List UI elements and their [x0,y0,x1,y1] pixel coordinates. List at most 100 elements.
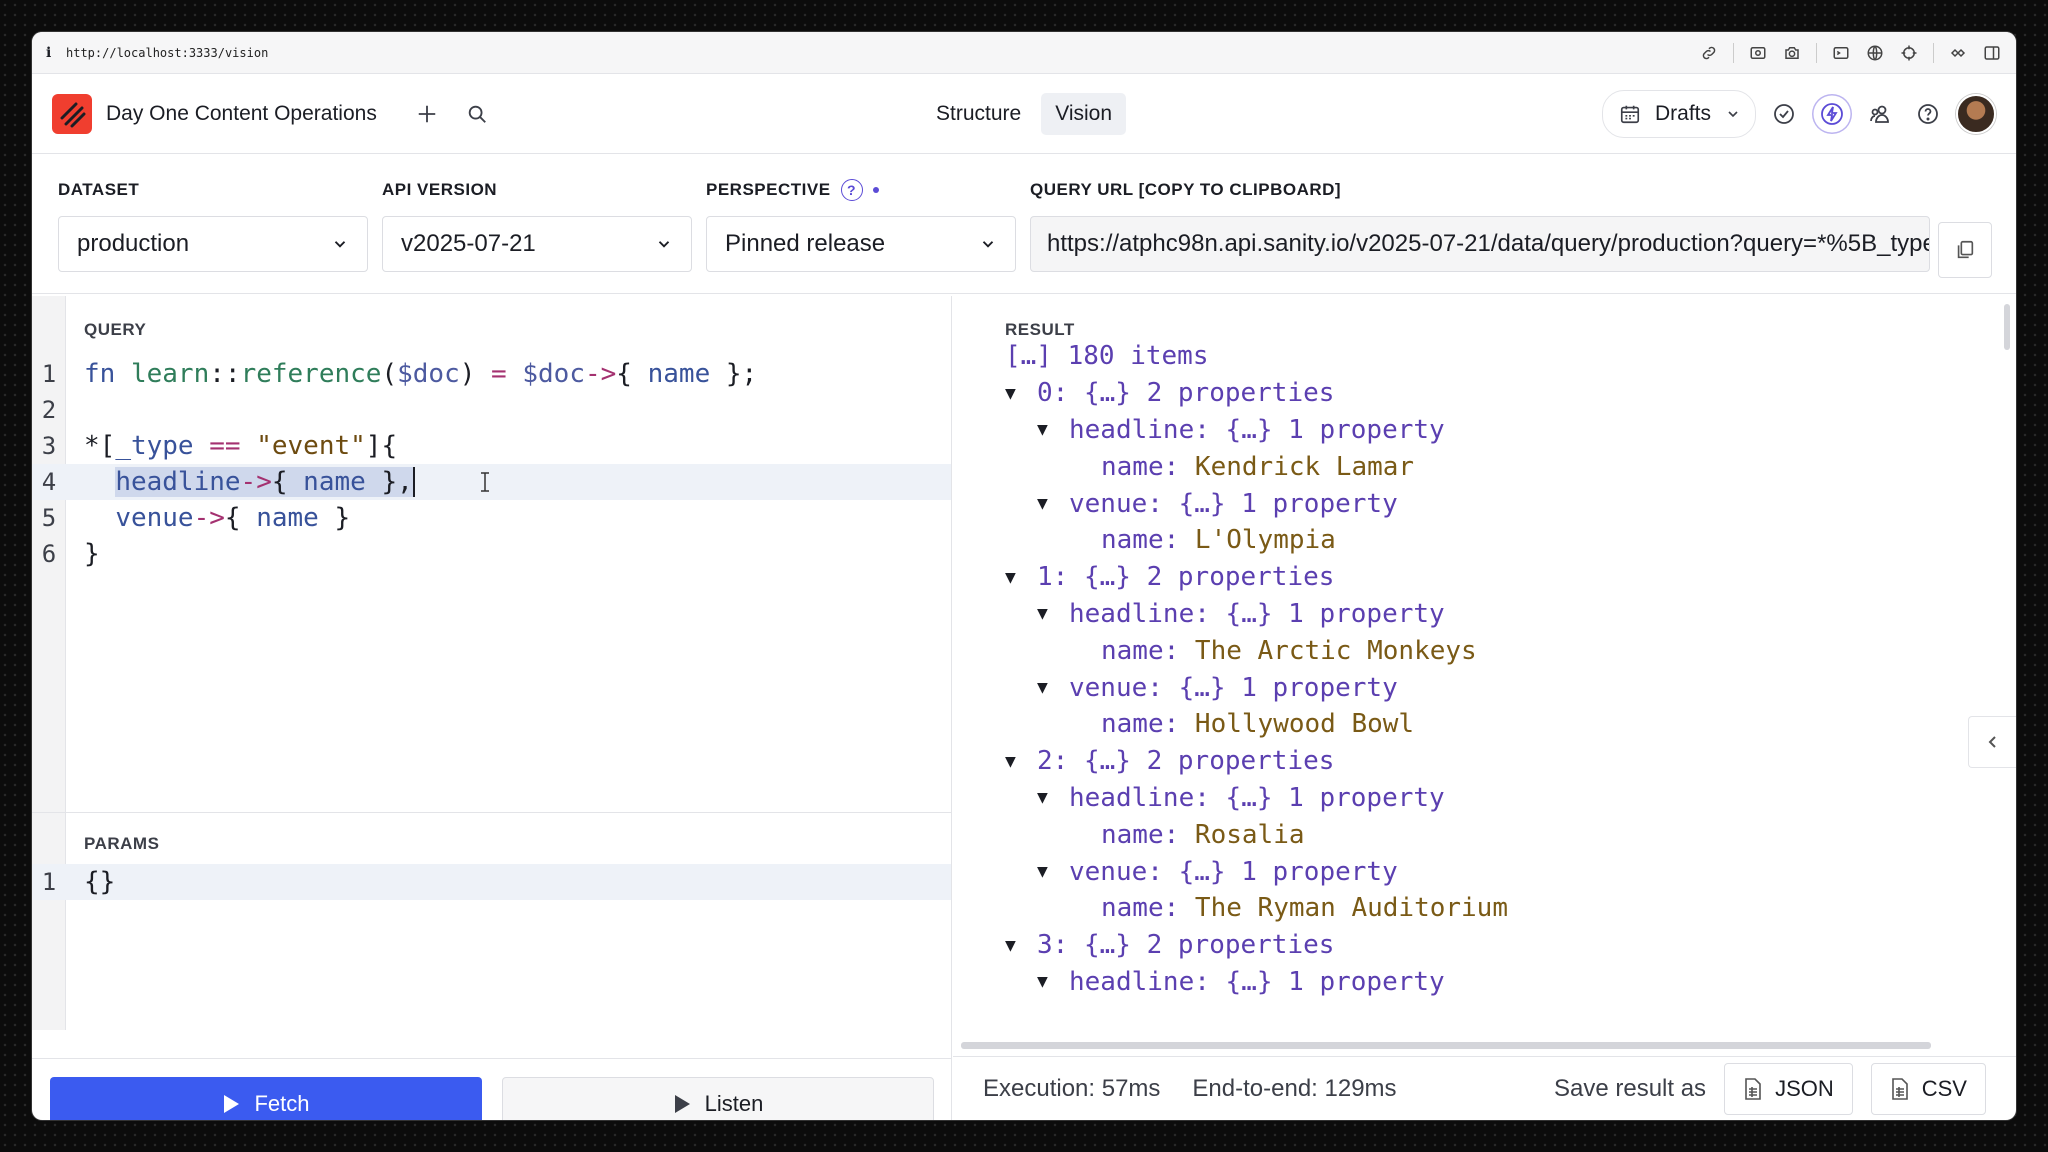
result-field[interactable]: ▼ headline: {…} 1 property [1005,596,1508,633]
address-bar[interactable]: http://localhost:3333/vision [66,46,268,60]
expand-triangle-icon[interactable]: ▼ [1037,603,1069,624]
code-text: } [84,539,100,569]
sidebar-toggle-icon[interactable] [1982,43,2002,63]
params-divider [32,812,951,813]
help-icon[interactable] [1908,94,1948,134]
toolbar-divider [1816,42,1817,63]
toolbar-divider [1733,42,1734,63]
result-item[interactable]: ▼ 1: {…} 2 properties [1005,559,1508,596]
globe-icon[interactable] [1865,43,1885,63]
expand-triangle-icon[interactable]: ▼ [1005,935,1037,956]
api-version-label: API VERSION [382,180,498,199]
expand-triangle-icon[interactable]: ▼ [1037,493,1069,514]
end-to-end-time: End-to-end: 129ms [1192,1074,1397,1102]
query-url-label[interactable]: QUERY URL [COPY TO CLIPBOARD] [1030,180,1930,200]
expand-triangle-icon[interactable]: ▼ [1005,567,1037,588]
avatar[interactable] [1956,93,1996,134]
code-text: headline->{ name }, [115,467,415,497]
horizontal-scrollbar[interactable] [961,1042,1931,1049]
editor-pane: QUERY 1 fn learn::reference($doc) = $doc… [32,296,952,1120]
users-icon[interactable] [1860,94,1900,134]
vision-settings: DATASET production API VERSION v2025-07-… [32,154,2016,294]
save-csv-button[interactable]: CSV [1870,1062,1986,1115]
result-item[interactable]: ▼ 3: {…} 2 properties [1005,927,1508,964]
result-field[interactable]: ▼ venue: {…} 1 property [1005,485,1508,522]
browser-bar: i http://localhost:3333/vision [32,32,2016,74]
dataset-value: production [77,230,190,257]
listen-button[interactable]: Listen [502,1077,934,1120]
result-field[interactable]: ▼ headline: {…} 1 property [1005,780,1508,817]
expand-triangle-icon[interactable]: ▼ [1037,971,1069,992]
perspective-value: Pinned release [725,230,886,257]
code-line[interactable]: 6 } [32,536,951,572]
tab-vision[interactable]: Vision [1041,92,1127,135]
result-field[interactable]: ▼ headline: {…} 1 property [1005,412,1508,449]
result-value: name: The Ryman Auditorium [1101,893,1508,924]
sanity-logo-icon[interactable] [52,93,92,134]
expand-triangle-icon[interactable]: ▼ [1037,861,1069,882]
copy-icon [1957,240,1974,259]
collapse-panel-button[interactable] [1968,716,2016,768]
chevron-down-icon [982,241,994,248]
lightning-icon[interactable] [1812,94,1852,134]
vision-workspace: QUERY 1 fn learn::reference($doc) = $doc… [32,296,2016,1120]
fetch-button[interactable]: Fetch [50,1077,482,1120]
line-number: 1 [41,360,57,388]
text-cursor-icon [480,472,489,492]
perspective-field: PERSPECTIVE ? Pinned release [706,179,1016,272]
screenshot-icon[interactable] [1748,43,1768,63]
api-version-select[interactable]: v2025-07-21 [382,216,692,272]
link-icon[interactable] [1699,43,1719,63]
code-line-active[interactable]: 4 headline->{ name }, [32,464,951,500]
result-summary: […] 180 items [1005,341,1209,372]
vertical-scrollbar[interactable] [2004,304,2010,350]
dataset-field: DATASET production [58,180,368,272]
add-icon[interactable] [407,94,447,134]
perspective-select[interactable]: Pinned release [706,216,1016,272]
line-number: 3 [41,432,57,460]
line-number: 6 [41,540,57,568]
code-line[interactable]: 5 venue->{ name } [32,500,951,536]
extensions-icon[interactable] [1948,43,1968,63]
expand-triangle-icon[interactable]: ▼ [1037,677,1069,698]
result-item[interactable]: ▼ 0: {…} 2 properties [1005,375,1508,412]
csv-label: CSV [1921,1075,1967,1101]
code-line[interactable]: 3 *[_type == "event"]{ [32,428,951,464]
result-field[interactable]: ▼ headline: {…} 1 property [1005,964,1508,1001]
search-icon[interactable] [457,94,497,134]
tasks-check-icon[interactable] [1764,94,1804,134]
expand-triangle-icon[interactable]: ▼ [1037,419,1069,440]
perspective-menu-label: Drafts [1654,101,1711,125]
camera-icon[interactable] [1782,43,1802,63]
dataset-select[interactable]: production [58,216,368,272]
save-json-button[interactable]: JSON [1724,1062,1853,1115]
query-url-input[interactable]: https://atphc98n.api.sanity.io/v2025-07-… [1030,216,1930,272]
result-field[interactable]: ▼ venue: {…} 1 property [1005,853,1508,890]
code-line[interactable]: 2 [32,392,951,428]
project-name[interactable]: Day One Content Operations [106,102,377,126]
expand-triangle-icon[interactable]: ▼ [1005,751,1037,772]
perspective-menu[interactable]: Drafts [1601,89,1756,138]
file-icon [1745,1077,1761,1100]
result-field[interactable]: ▼ venue: {…} 1 property [1005,669,1508,706]
result-value: name: The Arctic Monkeys [1101,635,1477,666]
perspective-label-row: PERSPECTIVE ? [706,179,1016,201]
play-icon [224,1095,240,1113]
info-icon[interactable]: i [46,45,66,61]
expand-triangle-icon[interactable]: ▼ [1037,787,1069,808]
perspective-help-icon[interactable]: ? [840,179,863,201]
chevron-down-icon [658,241,670,248]
expand-triangle-icon[interactable]: ▼ [1005,383,1037,404]
code-text: *[_type == "event"]{ [84,431,398,461]
chevron-down-icon [334,241,346,248]
result-item[interactable]: ▼ 2: {…} 2 properties [1005,743,1508,780]
terminal-icon[interactable] [1831,43,1851,63]
code-line[interactable]: 1 fn learn::reference($doc) = $doc->{ na… [32,356,951,392]
code-text: fn learn::reference($doc) = $doc->{ name… [84,359,758,389]
perspective-label: PERSPECTIVE [706,180,831,199]
crosshair-icon[interactable] [1899,43,1919,63]
code-line[interactable]: 1 {} [32,864,951,900]
tab-structure[interactable]: Structure [922,93,1035,135]
copy-url-button[interactable] [1938,222,1992,278]
result-value: name: Kendrick Lamar [1101,451,1415,482]
